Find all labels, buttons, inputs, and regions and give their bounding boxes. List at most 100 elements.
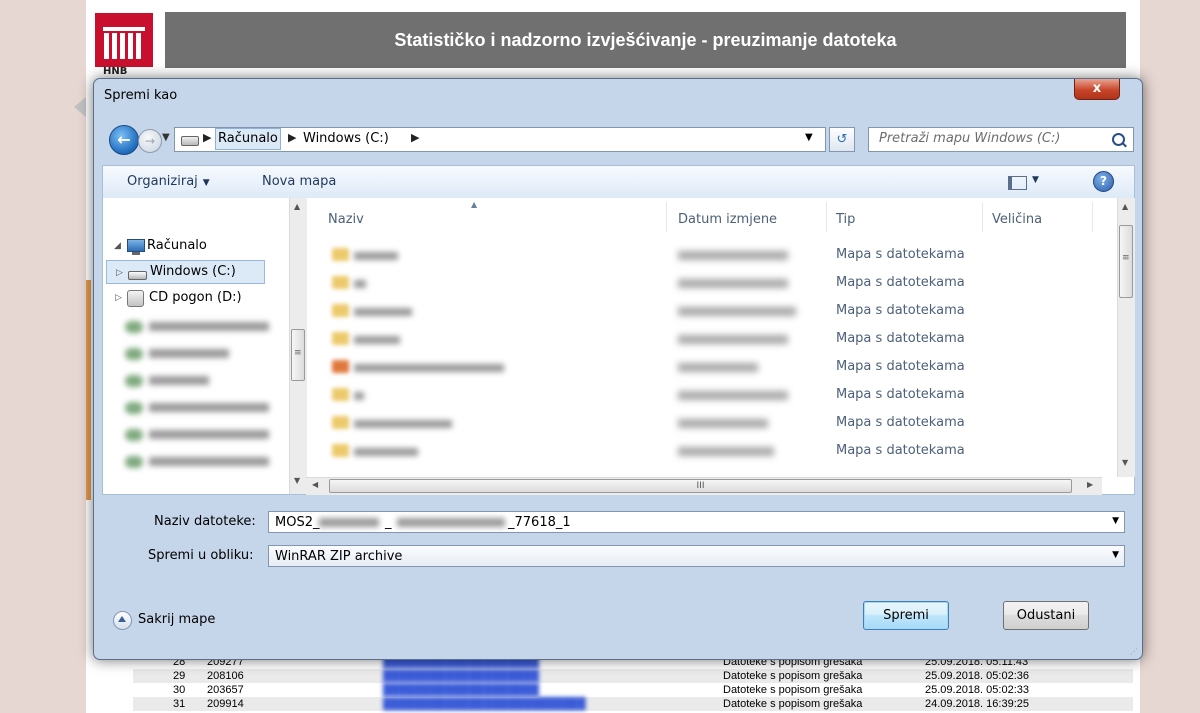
file-list-hscrollbar[interactable]: ◀ III ▶ xyxy=(306,477,1102,495)
cd-drive-icon xyxy=(127,290,144,307)
row-id: 203657 xyxy=(207,684,244,696)
file-link[interactable]: ████████████████████ xyxy=(383,683,539,697)
tree-label: Windows (C:) xyxy=(150,264,236,279)
breadcrumb-separator-icon[interactable]: ▶ xyxy=(411,131,419,144)
resize-grip-icon[interactable]: ⋰ xyxy=(1130,647,1138,656)
tree-scroll-thumb[interactable]: ≡ xyxy=(291,329,305,381)
table-row: 31 209914 ██████████████████████████ Dat… xyxy=(133,697,1133,711)
collapsed-arrow-icon[interactable]: ▷ xyxy=(116,261,123,285)
file-type: Mapa s datotekama xyxy=(836,247,965,262)
column-divider[interactable] xyxy=(982,202,983,232)
hnb-logo xyxy=(95,13,153,67)
file-list-scrollbar[interactable]: ▲ ≡ ▼ xyxy=(1117,198,1135,477)
list-item[interactable]: Mapa s datotekama xyxy=(306,353,1106,381)
file-link[interactable]: ██████████████████████████ xyxy=(383,697,586,711)
column-divider[interactable] xyxy=(826,202,827,232)
column-divider[interactable] xyxy=(1092,202,1093,232)
breadcrumb-drive-c[interactable]: Windows (C:) xyxy=(303,131,389,146)
tree-item-network[interactable] xyxy=(125,319,269,335)
tree-item-network[interactable] xyxy=(125,346,229,362)
forward-button[interactable]: → xyxy=(138,129,162,153)
tree-item-cd-drive[interactable]: ▷ CD pogon (D:) xyxy=(103,286,278,310)
column-header-name[interactable]: Naziv xyxy=(328,212,364,227)
scroll-right-icon[interactable]: ▶ xyxy=(1087,480,1093,489)
cancel-button[interactable]: Odustani xyxy=(1003,601,1089,630)
column-header-date[interactable]: Datum izmjene xyxy=(678,212,777,227)
file-type: Mapa s datotekama xyxy=(836,415,965,430)
column-header-type[interactable]: Tip xyxy=(836,212,855,227)
file-link[interactable]: ████████████████████ xyxy=(383,669,539,683)
chevron-down-icon[interactable]: ▼ xyxy=(1112,550,1119,560)
hscroll-thumb[interactable]: III xyxy=(329,479,1072,493)
collapsed-arrow-icon[interactable]: ▷ xyxy=(115,286,122,310)
organize-label: Organiziraj xyxy=(127,174,198,189)
tree-scrollbar[interactable]: ▲ ≡ ▼ xyxy=(289,198,307,494)
filename-input[interactable]: MOS2_ _ _77618_1 ▼ xyxy=(268,511,1125,533)
tree-item-network[interactable] xyxy=(125,373,209,389)
scroll-down-icon[interactable]: ▼ xyxy=(294,476,300,485)
tree-item-network[interactable] xyxy=(125,454,269,470)
chevron-down-icon[interactable]: ▼ xyxy=(1032,175,1039,185)
file-type: Mapa s datotekama xyxy=(836,359,965,374)
navigation-tree[interactable]: ◢ Računalo ▷ Windows (C:) ▷ CD pogon (D:… xyxy=(103,198,286,484)
arrow-right-icon: → xyxy=(144,134,156,148)
row-date: 25.09.2018. 05:02:36 xyxy=(925,670,1029,682)
list-item[interactable]: Mapa s datotekama xyxy=(306,297,1106,325)
search-box[interactable] xyxy=(868,127,1134,152)
list-item[interactable]: Mapa s datotekama xyxy=(306,437,1106,465)
back-button[interactable]: ← xyxy=(109,125,139,155)
chevron-down-icon[interactable]: ▼ xyxy=(1112,516,1119,526)
row-id: 208106 xyxy=(207,670,244,682)
close-button[interactable]: x xyxy=(1074,79,1120,100)
scroll-left-icon[interactable]: ◀ xyxy=(312,480,318,489)
filename-suffix: _77618_1 xyxy=(508,515,571,530)
expanded-arrow-icon[interactable]: ◢ xyxy=(114,234,121,258)
history-dropdown-icon[interactable]: ▼ xyxy=(162,132,170,143)
drive-icon xyxy=(128,271,147,280)
list-item[interactable]: Mapa s datotekama xyxy=(306,269,1106,297)
file-list-scroll-thumb[interactable]: ≡ xyxy=(1119,225,1133,298)
column-header-size[interactable]: Veličina xyxy=(992,212,1042,227)
scroll-down-icon[interactable]: ▼ xyxy=(1122,458,1128,467)
list-item[interactable]: Mapa s datotekama xyxy=(306,381,1106,409)
folder-icon xyxy=(332,304,349,317)
save-button[interactable]: Spremi xyxy=(863,601,949,630)
address-bar[interactable]: ▶ Računalo ▶ Windows (C:) ▶ ▼ xyxy=(174,127,826,152)
file-type: Mapa s datotekama xyxy=(836,303,965,318)
search-icon[interactable] xyxy=(1112,133,1125,146)
refresh-button[interactable]: ↺ xyxy=(829,127,855,152)
row-type: Datoteke s popisom grešaka xyxy=(723,684,863,696)
table-row: 29 208106 ████████████████████ Datoteke … xyxy=(133,669,1133,683)
help-icon[interactable]: ? xyxy=(1093,171,1114,192)
breadcrumb-separator-icon[interactable]: ▶ xyxy=(288,131,296,144)
scroll-up-icon[interactable]: ▲ xyxy=(294,202,300,211)
logo-subtitle: HNB xyxy=(103,66,128,77)
scroll-up-icon[interactable]: ▲ xyxy=(1122,202,1128,211)
file-list[interactable]: ▲ Naziv Datum izmjene Tip Veličina Mapa … xyxy=(306,198,1117,478)
tree-item-computer[interactable]: ◢ Računalo xyxy=(103,234,278,258)
row-date: 25.09.2018. 05:02:33 xyxy=(925,684,1029,696)
row-number: 31 xyxy=(173,698,186,710)
view-options-icon[interactable] xyxy=(1008,176,1027,190)
back-arrow-icon[interactable] xyxy=(74,97,86,117)
new-folder-button[interactable]: Nova mapa xyxy=(262,174,336,189)
address-dropdown-icon[interactable]: ▼ xyxy=(805,132,813,143)
breadcrumb-separator-icon[interactable]: ▶ xyxy=(203,131,211,144)
tree-item-network[interactable] xyxy=(125,400,269,416)
redacted-text xyxy=(319,518,379,527)
list-item[interactable]: Mapa s datotekama xyxy=(306,241,1106,269)
list-item[interactable]: Mapa s datotekama xyxy=(306,325,1106,353)
breadcrumb-computer[interactable]: Računalo xyxy=(215,128,281,150)
organize-button[interactable]: Organiziraj ▼ xyxy=(127,174,210,189)
refresh-icon: ↺ xyxy=(836,132,848,147)
column-divider[interactable] xyxy=(666,202,667,232)
tree-item-windows-c[interactable]: ▷ Windows (C:) xyxy=(106,260,265,284)
dialog-title: Spremi kao xyxy=(104,88,178,103)
filename-separator: _ xyxy=(385,515,392,530)
list-item[interactable]: Mapa s datotekama xyxy=(306,409,1106,437)
search-input[interactable] xyxy=(877,130,1101,147)
command-toolbar: Organiziraj ▼ Nova mapa ▼ ? xyxy=(102,165,1135,199)
save-type-select[interactable]: WinRAR ZIP archive ▼ xyxy=(268,545,1125,567)
tree-item-network[interactable] xyxy=(125,427,269,443)
chevron-down-icon: ▼ xyxy=(202,178,210,188)
